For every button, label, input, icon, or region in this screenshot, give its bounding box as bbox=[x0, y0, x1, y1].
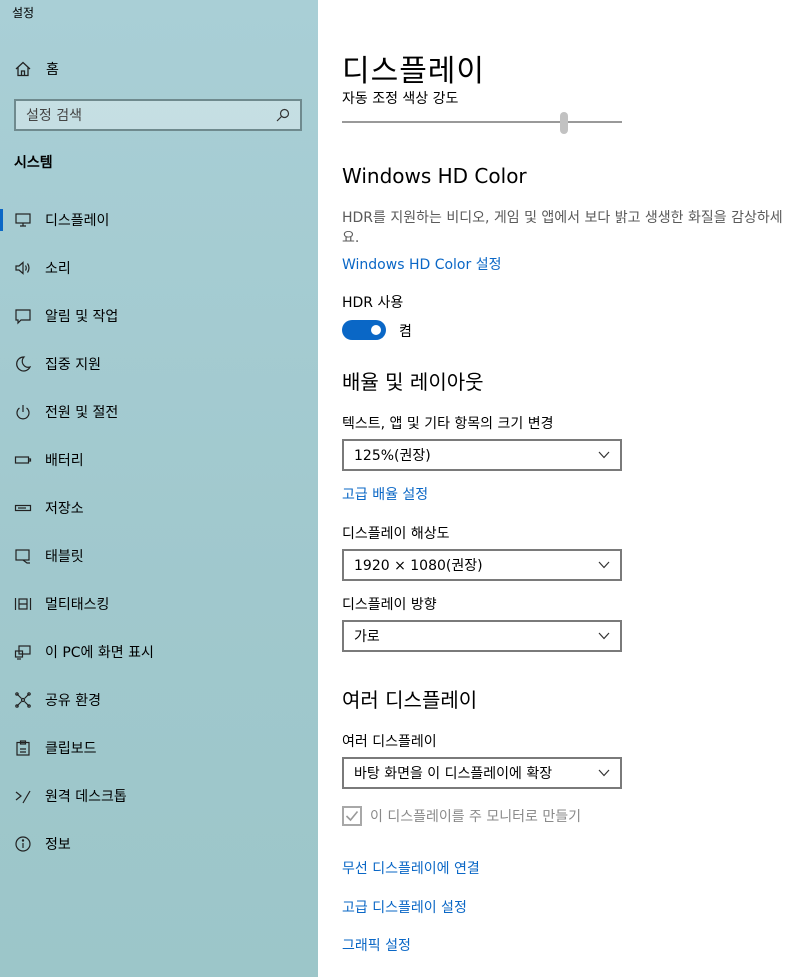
shared-experiences-icon bbox=[15, 692, 31, 708]
sidebar-item-label: 디스플레이 bbox=[45, 213, 110, 229]
search-icon bbox=[276, 108, 290, 122]
hdr-label: HDR 사용 bbox=[342, 295, 404, 311]
sidebar-item-display[interactable]: 디스플레이 bbox=[0, 196, 318, 244]
chevron-down-icon bbox=[598, 769, 610, 777]
home-nav-item[interactable]: 홈 bbox=[14, 58, 59, 80]
orientation-select[interactable]: 가로 bbox=[342, 620, 622, 652]
speaker-icon bbox=[15, 261, 30, 275]
sidebar-item-label: 저장소 bbox=[45, 501, 84, 517]
sidebar-item-shared-experiences[interactable]: 공유 환경 bbox=[0, 676, 318, 724]
app-title: 설정 bbox=[12, 6, 35, 20]
multi-display-select[interactable]: 바탕 화면을 이 디스플레이에 확장 bbox=[342, 757, 622, 789]
sidebar-nav: 디스플레이 소리 알림 및 작업 집중 지원 전원 및 절전 배터리 저장소 태… bbox=[0, 196, 318, 868]
section-label: 시스템 bbox=[14, 155, 53, 171]
sidebar-item-label: 배터리 bbox=[45, 453, 84, 469]
checkmark-icon bbox=[345, 810, 359, 822]
power-icon bbox=[16, 405, 30, 420]
sidebar-item-clipboard[interactable]: 클립보드 bbox=[0, 724, 318, 772]
hdr-toggle-state: 켬 bbox=[399, 324, 412, 340]
sidebar: 설정 홈 설정 검색 시스템 디스플레이 소리 알림 및 작업 집중 지원 전원… bbox=[0, 0, 318, 977]
hd-color-heading: Windows HD Color bbox=[342, 164, 527, 188]
search-input[interactable]: 설정 검색 bbox=[14, 99, 302, 131]
orientation-select-value: 가로 bbox=[354, 629, 380, 645]
slider-thumb[interactable] bbox=[559, 112, 568, 134]
hd-color-description: HDR를 지원하는 비디오, 게임 및 앱에서 보다 밝고 생생한 화질을 감상… bbox=[342, 210, 783, 246]
hd-color-settings-link[interactable]: Windows HD Color 설정 bbox=[342, 254, 501, 274]
search-placeholder: 설정 검색 bbox=[26, 108, 82, 124]
sidebar-item-label: 집중 지원 bbox=[45, 357, 101, 373]
multi-display-heading: 여러 디스플레이 bbox=[342, 688, 478, 712]
sidebar-item-sound[interactable]: 소리 bbox=[0, 244, 318, 292]
tablet-icon bbox=[15, 549, 30, 564]
color-intensity-slider[interactable] bbox=[342, 112, 622, 134]
sidebar-item-battery[interactable]: 배터리 bbox=[0, 436, 318, 484]
sidebar-item-label: 태블릿 bbox=[45, 549, 84, 565]
remote-desktop-icon bbox=[15, 790, 31, 804]
scale-select-value: 125%(권장) bbox=[354, 448, 431, 464]
home-label: 홈 bbox=[46, 62, 59, 78]
notification-icon bbox=[15, 309, 31, 325]
chevron-down-icon bbox=[598, 561, 610, 569]
advanced-display-settings-link[interactable]: 고급 디스플레이 설정 bbox=[342, 897, 467, 917]
info-icon bbox=[15, 836, 31, 852]
primary-display-checkbox-label: 이 디스플레이를 주 모니터로 만들기 bbox=[370, 809, 581, 825]
connect-wireless-display-link[interactable]: 무선 디스플레이에 연결 bbox=[342, 858, 480, 878]
clipboard-icon bbox=[16, 740, 30, 756]
sidebar-item-multitasking[interactable]: 멀티태스킹 bbox=[0, 580, 318, 628]
home-icon bbox=[15, 61, 31, 77]
slider-track bbox=[342, 121, 622, 123]
toggle-knob bbox=[371, 325, 381, 335]
multi-display-label: 여러 디스플레이 bbox=[342, 734, 437, 750]
sidebar-item-project-to-pc[interactable]: 이 PC에 화면 표시 bbox=[0, 628, 318, 676]
sidebar-item-power-sleep[interactable]: 전원 및 절전 bbox=[0, 388, 318, 436]
sidebar-item-storage[interactable]: 저장소 bbox=[0, 484, 318, 532]
sidebar-item-label: 공유 환경 bbox=[45, 693, 101, 709]
moon-icon bbox=[16, 356, 32, 372]
sidebar-item-label: 멀티태스킹 bbox=[45, 597, 110, 613]
sidebar-item-notifications[interactable]: 알림 및 작업 bbox=[0, 292, 318, 340]
scale-label: 텍스트, 앱 및 기타 항목의 크기 변경 bbox=[342, 416, 554, 432]
sidebar-item-label: 원격 데스크톱 bbox=[45, 789, 127, 805]
resolution-label: 디스플레이 해상도 bbox=[342, 526, 450, 542]
graphics-settings-link[interactable]: 그래픽 설정 bbox=[342, 935, 411, 955]
hdr-toggle[interactable] bbox=[342, 320, 386, 340]
brightness-label: 자동 조정 색상 강도 bbox=[342, 91, 459, 107]
sidebar-item-label: 알림 및 작업 bbox=[45, 309, 119, 325]
sidebar-item-label: 전원 및 절전 bbox=[45, 405, 119, 421]
sidebar-item-tablet[interactable]: 태블릿 bbox=[0, 532, 318, 580]
scale-layout-heading: 배율 및 레이아웃 bbox=[342, 370, 484, 394]
sidebar-item-label: 정보 bbox=[45, 837, 71, 853]
primary-display-checkbox[interactable] bbox=[342, 806, 362, 826]
project-icon bbox=[14, 645, 31, 660]
resolution-select[interactable]: 1920 × 1080(권장) bbox=[342, 549, 622, 581]
sidebar-item-about[interactable]: 정보 bbox=[0, 820, 318, 868]
sidebar-item-label: 이 PC에 화면 표시 bbox=[45, 645, 154, 661]
primary-display-checkbox-row: 이 디스플레이를 주 모니터로 만들기 bbox=[342, 806, 581, 826]
advanced-scaling-link[interactable]: 고급 배율 설정 bbox=[342, 484, 428, 504]
chevron-down-icon bbox=[598, 451, 610, 459]
monitor-icon bbox=[15, 213, 31, 227]
sidebar-item-remote-desktop[interactable]: 원격 데스크톱 bbox=[0, 772, 318, 820]
storage-icon bbox=[14, 504, 32, 512]
battery-icon bbox=[14, 456, 32, 464]
sidebar-item-label: 클립보드 bbox=[45, 741, 97, 757]
orientation-label: 디스플레이 방향 bbox=[342, 597, 437, 613]
chevron-down-icon bbox=[598, 632, 610, 640]
page-title: 디스플레이 bbox=[342, 54, 485, 89]
sidebar-item-label: 소리 bbox=[45, 261, 71, 277]
multi-display-select-value: 바탕 화면을 이 디스플레이에 확장 bbox=[354, 766, 553, 782]
resolution-select-value: 1920 × 1080(권장) bbox=[354, 558, 483, 574]
multitasking-icon bbox=[14, 598, 32, 610]
sidebar-item-focus-assist[interactable]: 집중 지원 bbox=[0, 340, 318, 388]
scale-select[interactable]: 125%(권장) bbox=[342, 439, 622, 471]
